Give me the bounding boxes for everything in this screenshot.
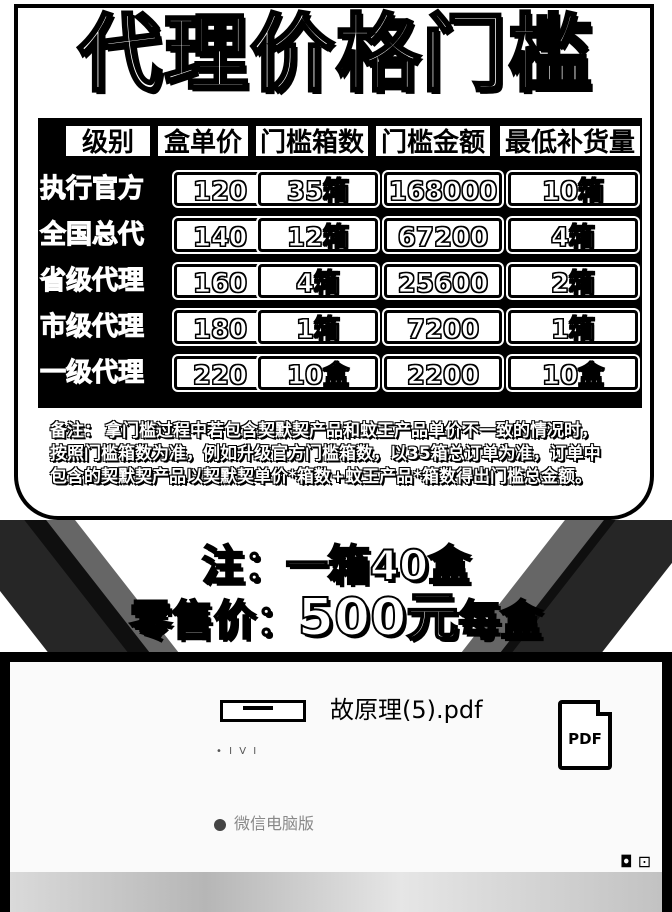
note-label: 备注： xyxy=(50,421,101,441)
table-row: 执行官方 120 35箱 168000 10箱 xyxy=(38,166,642,212)
row-level: 省级代理 xyxy=(38,264,146,298)
row-box-count: 10盒 xyxy=(258,356,378,392)
row-level: 一级代理 xyxy=(38,356,146,390)
row-box-count: 12箱 xyxy=(258,218,378,254)
file-source-label: 微信电脑版 xyxy=(234,814,315,833)
row-min-restock: 4箱 xyxy=(508,218,638,254)
row-amount: 168000 xyxy=(384,172,502,208)
row-amount: 67200 xyxy=(384,218,502,254)
divider xyxy=(0,652,672,662)
row-box-count: 35箱 xyxy=(258,172,378,208)
file-name-redaction xyxy=(220,700,306,722)
retail-label: 零售价： xyxy=(129,595,299,646)
row-min-restock: 1箱 xyxy=(508,310,638,346)
wechat-icon xyxy=(214,818,226,831)
table-row: 省级代理 160 4箱 25600 2箱 xyxy=(38,258,642,304)
table-header-row: 级别 盒单价 门槛箱数 门槛金额 最低补货量 xyxy=(38,118,642,164)
table-row: 市级代理 180 1箱 7200 1箱 xyxy=(38,304,642,350)
row-unit-price: 160 xyxy=(174,264,266,300)
chat-area: 故原理(5).pdf PDF • I V I 微信电脑版 ◘ ⊡ xyxy=(0,662,672,912)
row-min-restock: 2箱 xyxy=(508,264,638,300)
row-min-restock: 10箱 xyxy=(508,172,638,208)
retail-price: 500元 xyxy=(297,588,460,648)
header-box-count: 门槛箱数 xyxy=(254,124,370,158)
price-table: 级别 盒单价 门槛箱数 门槛金额 最低补货量 执行官方 120 35箱 1680… xyxy=(38,118,642,408)
pdf-file-type-label: PDF xyxy=(568,730,602,748)
header-level: 级别 xyxy=(64,124,152,158)
box-quantity-note: 注：一箱40盒 xyxy=(201,540,471,591)
row-min-restock: 10盒 xyxy=(508,356,638,392)
file-name: 故原理(5).pdf xyxy=(330,696,483,724)
row-box-count: 4箱 xyxy=(258,264,378,300)
file-size-caption: • I V I xyxy=(216,746,259,757)
row-level: 市级代理 xyxy=(38,310,146,344)
file-source: 微信电脑版 xyxy=(214,810,314,834)
message-action-icons[interactable]: ◘ ⊡ xyxy=(620,852,651,871)
header-min-restock: 最低补货量 xyxy=(498,124,642,158)
price-poster: 代理价格门槛 级别 盒单价 门槛箱数 门槛金额 最低补货量 执行官方 120 3… xyxy=(0,0,672,652)
header-amount: 门槛金额 xyxy=(374,124,492,158)
row-level: 执行官方 xyxy=(38,172,146,206)
poster-title: 代理价格门槛 xyxy=(76,4,594,105)
row-box-count: 1箱 xyxy=(258,310,378,346)
file-message-card[interactable]: 故原理(5).pdf PDF • I V I 微信电脑版 ◘ ⊡ xyxy=(10,662,662,912)
poster-note: 备注： 拿门槛过程中若包含契默契产品和蚊王产品单价不一致的情况时，按照门槛箱数为准… xyxy=(50,420,610,489)
blurred-content xyxy=(10,872,662,912)
row-unit-price: 120 xyxy=(174,172,266,208)
retail-price-line: 零售价：500元每盒 xyxy=(0,588,672,649)
note-text: 拿门槛过程中若包含契默契产品和蚊王产品单价不一致的情况时，按照门槛箱数为准，例如… xyxy=(50,421,601,487)
table-row: 全国总代 140 12箱 67200 4箱 xyxy=(38,212,642,258)
retail-unit: 每盒 xyxy=(457,595,543,646)
row-amount: 2200 xyxy=(384,356,502,392)
row-unit-price: 180 xyxy=(174,310,266,346)
header-unit-price: 盒单价 xyxy=(156,124,250,158)
row-amount: 7200 xyxy=(384,310,502,346)
pdf-file-icon: PDF xyxy=(558,700,612,770)
row-unit-price: 140 xyxy=(174,218,266,254)
row-amount: 25600 xyxy=(384,264,502,300)
row-level: 全国总代 xyxy=(38,218,146,252)
table-row: 一级代理 220 10盒 2200 10盒 xyxy=(38,350,642,396)
row-unit-price: 220 xyxy=(174,356,266,392)
